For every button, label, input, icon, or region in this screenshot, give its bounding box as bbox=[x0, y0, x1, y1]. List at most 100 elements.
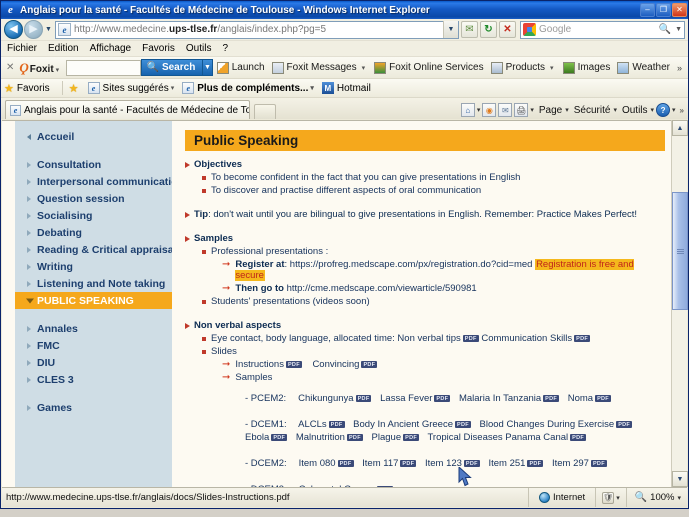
doc-link[interactable]: Chikungunya PDF bbox=[298, 393, 372, 404]
rss-icon[interactable]: ◉ bbox=[482, 103, 497, 117]
foxit-item-online-services[interactable]: Foxit Online Services bbox=[374, 61, 484, 74]
doc-link[interactable]: Noma PDF bbox=[568, 393, 611, 404]
scroll-up-button[interactable]: ▲ bbox=[672, 120, 688, 136]
menu-outils[interactable]: Outils bbox=[186, 43, 212, 54]
doc-link[interactable]: Item 123 PDF bbox=[425, 458, 480, 469]
doc-link[interactable]: Ebola PDF bbox=[245, 432, 288, 443]
pdf-badge-icon[interactable]: PDF bbox=[527, 460, 544, 467]
zoom-control[interactable]: 🔍 100% ▾ bbox=[625, 488, 687, 507]
convincing-link[interactable]: Convincing bbox=[312, 359, 359, 370]
mail-icon[interactable]: ✉ bbox=[498, 103, 513, 117]
foxit-search-button[interactable]: 🔍 Search bbox=[140, 59, 204, 76]
pdf-badge-icon[interactable]: PDF bbox=[590, 460, 607, 467]
refresh-icon[interactable]: ↻ bbox=[480, 21, 497, 38]
doc-link[interactable]: ALCLs PDF bbox=[298, 419, 345, 430]
pdf-badge-icon[interactable]: PDF bbox=[462, 335, 479, 342]
url-input[interactable]: e http://www.medecine.ups-tlse.fr/anglai… bbox=[54, 20, 459, 39]
menu-help[interactable]: ? bbox=[222, 43, 228, 54]
scroll-down-button[interactable]: ▼ bbox=[672, 471, 688, 487]
sidebar-item-listening-and-note-taking[interactable]: Listening and Note taking bbox=[15, 275, 172, 292]
pdf-badge-icon[interactable]: PDF bbox=[400, 460, 417, 467]
foxit-brand[interactable]: Ϙ Foxit ▾ bbox=[19, 60, 61, 76]
pdf-badge-icon[interactable]: PDF bbox=[285, 361, 302, 368]
foxit-item-images[interactable]: Images bbox=[562, 61, 610, 74]
stop-icon[interactable]: ✕ bbox=[499, 21, 516, 38]
tab-anglais-pour-la-sante[interactable]: e Anglais pour la santé - Facultés de Mé… bbox=[5, 100, 250, 119]
menu-affichage[interactable]: Affichage bbox=[90, 43, 132, 54]
menu-edition[interactable]: Edition bbox=[48, 43, 79, 54]
pdf-badge-icon[interactable]: PDF bbox=[574, 335, 591, 342]
security-caret-icon[interactable]: ▾ bbox=[613, 106, 617, 114]
sidebar-item-question-session[interactable]: Question session bbox=[15, 190, 172, 207]
sidebar-item-consultation[interactable]: Consultation bbox=[15, 156, 172, 173]
doc-link[interactable]: Lassa Fever PDF bbox=[380, 393, 451, 404]
doc-link[interactable]: Tropical Diseases Panama Canal PDF bbox=[427, 432, 587, 443]
toolbar-close-icon[interactable]: ✕ bbox=[6, 62, 14, 73]
pdf-badge-icon[interactable]: PDF bbox=[616, 421, 633, 428]
pdf-badge-icon[interactable]: PDF bbox=[543, 395, 560, 402]
sidebar-item-writing[interactable]: Writing bbox=[15, 258, 172, 275]
foxit-item-weather[interactable]: Weather bbox=[617, 61, 670, 74]
register-url[interactable]: https://profreg.medscape.com/px/registra… bbox=[290, 259, 533, 270]
foxit-brand-caret-icon[interactable]: ▾ bbox=[56, 66, 60, 74]
sidebar-item-interpersonal-communication[interactable]: Interpersonal communication bbox=[15, 173, 184, 190]
eye-contact-label[interactable]: Eye contact, body language, allocated ti… bbox=[211, 333, 461, 344]
search-go-icon[interactable]: 🔍 bbox=[657, 24, 673, 35]
chevron-down-icon[interactable]: ▾ bbox=[616, 494, 620, 502]
tools-caret-icon[interactable]: ▾ bbox=[651, 106, 655, 114]
command-overflow-icon[interactable]: » bbox=[680, 106, 684, 115]
page-menu[interactable]: Page bbox=[539, 105, 562, 116]
security-zone[interactable]: Internet bbox=[527, 488, 595, 507]
pdf-badge-icon[interactable]: PDF bbox=[595, 395, 611, 402]
foxit-item-products[interactable]: Products ▾ bbox=[490, 61, 556, 74]
sidebar-item-public-speaking[interactable]: PUBLIC SPEAKING bbox=[15, 292, 172, 309]
zoom-caret-icon[interactable]: ▾ bbox=[677, 494, 681, 502]
home-icon[interactable]: ⌂ bbox=[460, 103, 475, 117]
pdf-badge-icon[interactable]: PDF bbox=[463, 460, 480, 467]
scrollbar-thumb[interactable] bbox=[672, 192, 688, 310]
sidebar-item-games[interactable]: Games bbox=[15, 399, 172, 416]
fav-item-plus-de-complements[interactable]: e Plus de compléments... ▾ bbox=[182, 82, 316, 94]
sidebar-item-debating[interactable]: Debating bbox=[15, 224, 172, 241]
print-caret-icon[interactable]: ▾ bbox=[530, 106, 534, 114]
security-menu[interactable]: Sécurité bbox=[574, 105, 611, 116]
sidebar-item-cles-3[interactable]: CLES 3 bbox=[15, 371, 172, 388]
back-button[interactable]: ◀ bbox=[4, 20, 23, 39]
protected-mode[interactable]: 🛡 ▾ bbox=[595, 488, 626, 507]
pdf-badge-icon[interactable]: PDF bbox=[454, 421, 471, 428]
vertical-scrollbar[interactable]: ▲ ▼ bbox=[671, 120, 688, 487]
menu-favoris[interactable]: Favoris bbox=[142, 43, 175, 54]
close-button[interactable]: ✕ bbox=[672, 3, 687, 17]
doc-link[interactable]: Malnutrition PDF bbox=[296, 432, 363, 443]
print-icon[interactable]: 🖨 bbox=[514, 103, 529, 117]
feed-icon[interactable]: ✉ bbox=[461, 21, 478, 38]
tools-menu[interactable]: Outils bbox=[622, 105, 648, 116]
foxit-search-caret-icon[interactable]: ▼ bbox=[203, 59, 213, 76]
sidebar-item-socialising[interactable]: Socialising bbox=[15, 207, 172, 224]
browser-search-input[interactable]: Google 🔍 ▼ bbox=[520, 20, 685, 39]
chevron-down-icon[interactable]: ▾ bbox=[171, 84, 175, 92]
doc-link[interactable]: Blood Changes During Exercise PDF bbox=[480, 419, 633, 430]
pdf-badge-icon[interactable]: PDF bbox=[570, 434, 587, 441]
instructions-link[interactable]: Instructions bbox=[235, 359, 284, 370]
pdf-badge-icon[interactable]: PDF bbox=[361, 361, 378, 368]
fav-item-sites-suggeres[interactable]: e Sites suggérés ▾ bbox=[87, 82, 177, 94]
chevron-down-icon[interactable]: ▾ bbox=[310, 84, 314, 92]
foxit-item-messages[interactable]: Foxit Messages ▾ bbox=[271, 61, 368, 74]
doc-link[interactable]: Item 297 PDF bbox=[552, 458, 607, 469]
foxit-item-launch[interactable]: Launch bbox=[216, 61, 265, 74]
chevron-down-icon[interactable]: ▾ bbox=[362, 64, 366, 72]
pdf-badge-icon[interactable]: PDF bbox=[271, 434, 288, 441]
sidebar-item-fmc[interactable]: FMC bbox=[15, 337, 172, 354]
pdf-badge-icon[interactable]: PDF bbox=[337, 460, 354, 467]
new-tab-button[interactable] bbox=[254, 104, 276, 119]
doc-link[interactable]: Item 251 PDF bbox=[488, 458, 544, 469]
doc-link[interactable]: Body In Ancient Greece PDF bbox=[353, 419, 471, 430]
forward-button[interactable]: ▶ bbox=[24, 20, 43, 39]
favorites-button[interactable]: ★ Favoris bbox=[4, 82, 50, 95]
thengo-url[interactable]: http://cme.medscape.com/viewarticle/5909… bbox=[287, 283, 477, 294]
minimize-button[interactable]: – bbox=[640, 3, 655, 17]
toolbar-overflow-icon[interactable]: » bbox=[677, 63, 685, 73]
sidebar-item-diu[interactable]: DIU bbox=[15, 354, 172, 371]
pdf-badge-icon[interactable]: PDF bbox=[355, 395, 372, 402]
